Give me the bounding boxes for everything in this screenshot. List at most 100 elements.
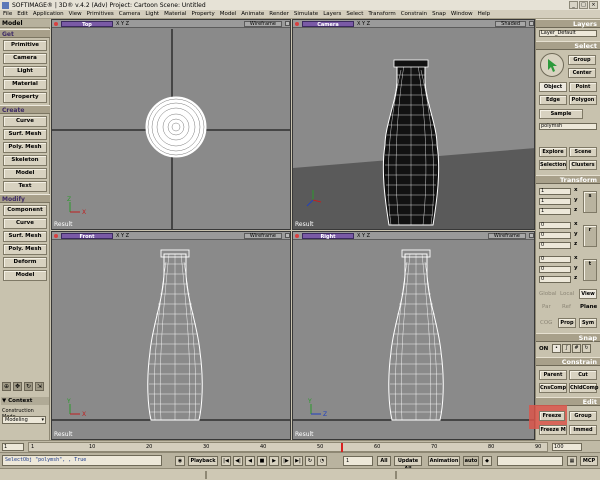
all-button[interactable]: All bbox=[377, 456, 391, 466]
next-key-icon[interactable]: |▶ bbox=[281, 456, 291, 466]
select-tool-icon[interactable]: ⊕ bbox=[2, 382, 11, 391]
menu-select[interactable]: Select bbox=[346, 11, 363, 17]
local-ref-toggle[interactable]: Local bbox=[560, 291, 574, 297]
timeline-track[interactable]: 1 10 20 30 40 50 60 70 80 90 bbox=[28, 442, 548, 452]
modify-component-button[interactable]: Component bbox=[3, 205, 47, 216]
cog-toggle[interactable]: COG bbox=[540, 320, 552, 326]
menu-light[interactable]: Light bbox=[145, 11, 159, 17]
snap-point-icon[interactable]: • bbox=[552, 344, 561, 353]
stop-icon[interactable]: ■ bbox=[257, 456, 267, 466]
selection-button[interactable]: Selection bbox=[539, 160, 567, 170]
rotate-tool-icon[interactable]: ↻ bbox=[24, 382, 33, 391]
menu-file[interactable]: File bbox=[3, 11, 12, 17]
view-ref-toggle[interactable]: View bbox=[579, 289, 597, 299]
parent-button[interactable]: Parent bbox=[539, 370, 567, 380]
menu-view[interactable]: View bbox=[69, 11, 82, 17]
modify-deform-button[interactable]: Deform bbox=[3, 257, 47, 268]
translate-tool-icon[interactable]: ✥ bbox=[13, 382, 22, 391]
menu-help[interactable]: Help bbox=[478, 11, 491, 17]
global-ref-toggle[interactable]: Global bbox=[539, 291, 557, 297]
snap-options-icon[interactable]: ↻ bbox=[582, 344, 591, 353]
scale-tool-icon[interactable]: ⇲ bbox=[35, 382, 44, 391]
get-material-button[interactable]: Material bbox=[3, 79, 47, 90]
polygon-filter-button[interactable]: Polygon bbox=[569, 95, 597, 105]
viewport-top[interactable]: Top X Y Z Wireframe X Z Result bbox=[51, 19, 291, 230]
edge-filter-button[interactable]: Edge bbox=[539, 95, 567, 105]
trans-z-field[interactable]: 0 bbox=[539, 276, 571, 283]
create-skeleton-button[interactable]: Skeleton bbox=[3, 155, 47, 166]
cnscomp-button[interactable]: CnsComp bbox=[539, 383, 567, 393]
loop-icon[interactable]: ↻ bbox=[305, 456, 315, 466]
playback-menu-icon[interactable]: ◉ bbox=[175, 456, 185, 466]
mcp-button[interactable]: MCP bbox=[580, 456, 598, 466]
menu-transform[interactable]: Transform bbox=[368, 11, 395, 17]
maximize-button[interactable]: □ bbox=[579, 1, 588, 9]
viewport-front[interactable]: Front X Y Z Wireframe X Y Result bbox=[51, 231, 291, 440]
key-icon[interactable]: ◆ bbox=[482, 456, 492, 466]
minimize-button[interactable]: _ bbox=[569, 1, 578, 9]
menu-layers[interactable]: Layers bbox=[323, 11, 341, 17]
snap-grid-icon[interactable]: # bbox=[572, 344, 581, 353]
scene-button[interactable]: Scene bbox=[569, 147, 597, 157]
trans-y-field[interactable]: 0 bbox=[539, 266, 571, 273]
auto-key-toggle[interactable]: auto bbox=[463, 456, 479, 466]
menu-render[interactable]: Render bbox=[269, 11, 289, 17]
create-curve-button[interactable]: Curve bbox=[3, 116, 47, 127]
viewport-right[interactable]: Right X Y Z Wireframe Z Y Result bbox=[292, 231, 535, 440]
layer-select[interactable]: Layer_Default bbox=[539, 30, 597, 37]
rot-z-field[interactable]: 0 bbox=[539, 242, 571, 249]
script-command-line[interactable]: SelectObj "polymsh", , True bbox=[2, 455, 162, 466]
menu-camera[interactable]: Camera bbox=[119, 11, 141, 17]
close-button[interactable]: × bbox=[589, 1, 598, 9]
freeze-m-button[interactable]: Freeze M bbox=[539, 425, 567, 435]
modify-model-button[interactable]: Model bbox=[3, 270, 47, 281]
object-filter-button[interactable]: Object bbox=[539, 82, 567, 92]
plane-ref-toggle[interactable]: Plane bbox=[580, 304, 597, 310]
scale-x-field[interactable]: 1 bbox=[539, 188, 571, 195]
layout-icon[interactable]: ▦ bbox=[567, 456, 577, 466]
rot-y-field[interactable]: 0 bbox=[539, 232, 571, 239]
construction-mode-select[interactable]: Modeling ▾ bbox=[2, 416, 46, 424]
group-button[interactable]: Group bbox=[568, 55, 596, 65]
create-text-button[interactable]: Text bbox=[3, 181, 47, 192]
group-edit-button[interactable]: Group bbox=[569, 411, 597, 421]
animation-button[interactable]: Animation bbox=[428, 456, 460, 466]
timeline[interactable]: 1 1 10 20 30 40 50 60 70 80 90 100 bbox=[0, 440, 600, 452]
context-header[interactable]: ▼ Context bbox=[1, 397, 49, 405]
scale-y-field[interactable]: 1 bbox=[539, 198, 571, 205]
prev-key-icon[interactable]: ◀| bbox=[233, 456, 243, 466]
select-arrow-icon[interactable] bbox=[540, 53, 564, 77]
menu-animate[interactable]: Animate bbox=[241, 11, 264, 17]
play-icon[interactable]: ▶ bbox=[269, 456, 279, 466]
get-camera-button[interactable]: Camera bbox=[3, 53, 47, 64]
explore-button[interactable]: Explore bbox=[539, 147, 567, 157]
chldcomp-button[interactable]: ChldComp bbox=[569, 383, 598, 393]
realtime-icon[interactable]: ◔ bbox=[317, 456, 327, 466]
goto-end-icon[interactable]: ▶| bbox=[293, 456, 303, 466]
center-button[interactable]: Center bbox=[568, 68, 596, 78]
modify-poly-mesh-button[interactable]: Poly. Mesh bbox=[3, 244, 47, 255]
goto-start-icon[interactable]: |◀ bbox=[221, 456, 231, 466]
selection-name-field[interactable]: polymsh bbox=[539, 123, 597, 130]
rot-x-field[interactable]: 0 bbox=[539, 222, 571, 229]
playhead[interactable] bbox=[341, 443, 343, 452]
modify-surf-mesh-button[interactable]: Surf. Mesh bbox=[3, 231, 47, 242]
sample-filter-button[interactable]: Sample bbox=[539, 109, 583, 119]
get-light-button[interactable]: Light bbox=[3, 66, 47, 77]
prop-toggle[interactable]: Prop bbox=[558, 318, 576, 328]
point-filter-button[interactable]: Point bbox=[569, 82, 597, 92]
menu-primitives[interactable]: Primitives bbox=[87, 11, 114, 17]
freeze-button[interactable]: Freeze bbox=[539, 411, 565, 421]
timeline-end-field[interactable]: 100 bbox=[552, 443, 582, 451]
cut-button[interactable]: Cut bbox=[569, 370, 597, 380]
menu-property[interactable]: Property bbox=[191, 11, 214, 17]
menu-simulate[interactable]: Simulate bbox=[294, 11, 318, 17]
trans-x-field[interactable]: 0 bbox=[539, 256, 571, 263]
create-poly-mesh-button[interactable]: Poly. Mesh bbox=[3, 142, 47, 153]
get-property-button[interactable]: Property bbox=[3, 92, 47, 103]
snap-curve-icon[interactable]: ∫ bbox=[562, 344, 571, 353]
menu-application[interactable]: Application bbox=[33, 11, 64, 17]
snap-on-toggle[interactable]: ON bbox=[539, 346, 548, 352]
timeline-start-field[interactable]: 1 bbox=[2, 443, 24, 451]
menu-constrain[interactable]: Constrain bbox=[401, 11, 427, 17]
